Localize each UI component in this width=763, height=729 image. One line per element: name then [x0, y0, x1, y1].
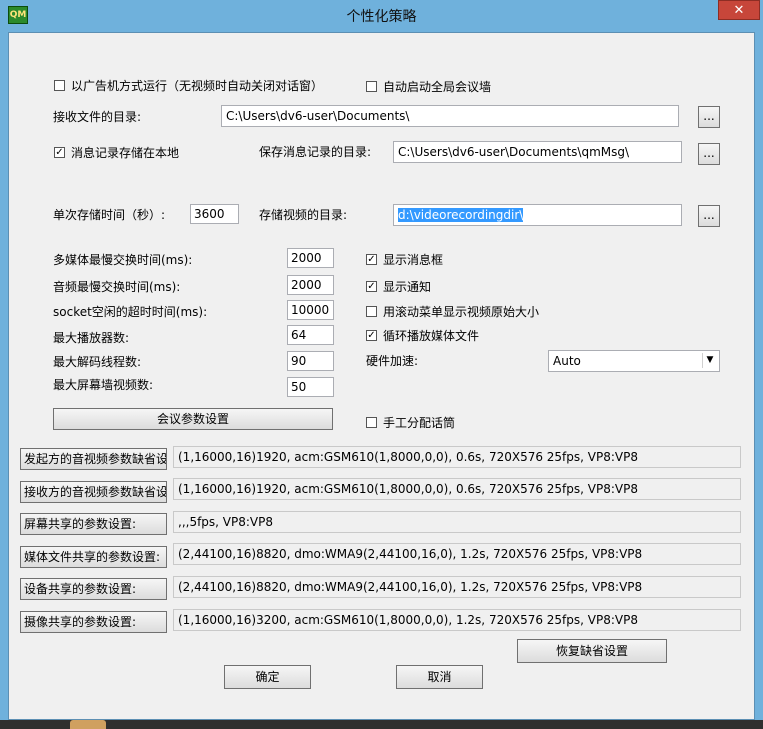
- msg-dir-input[interactable]: C:\Users\dv6-user\Documents\qmMsg\: [393, 141, 682, 163]
- hw-accel-label: 硬件加速:: [366, 354, 419, 368]
- cancel-button[interactable]: 取消: [396, 665, 483, 689]
- show-msgbox-checkbox[interactable]: ✓ 显示消息框: [366, 251, 443, 268]
- param-label: 多媒体最慢交换时间(ms):: [53, 253, 193, 267]
- show-notify-checkbox[interactable]: ✓ 显示通知: [366, 278, 431, 295]
- auto-wall-checkbox[interactable]: 自动启动全局会议墙: [366, 78, 491, 95]
- param-input[interactable]: 10000: [287, 300, 334, 320]
- media-share-value: (2,44100,16)8820, dmo:WMA9(2,44100,16,0)…: [173, 543, 741, 565]
- camera-share-value: (1,16000,16)3200, acm:GSM610(1,8000,0,0)…: [173, 609, 741, 631]
- storage-time-label: 单次存储时间（秒）:: [53, 208, 166, 222]
- selected-text: d:\videorecordingdir\: [398, 208, 524, 222]
- msg-dir-label: 保存消息记录的目录:: [259, 145, 372, 159]
- checkbox-box[interactable]: ✓: [366, 281, 377, 292]
- video-dir-input[interactable]: d:\videorecordingdir\: [393, 204, 682, 226]
- param-input[interactable]: 2000: [287, 248, 334, 268]
- receive-dir-label: 接收文件的目录:: [53, 110, 142, 124]
- receive-dir-input[interactable]: C:\Users\dv6-user\Documents\: [221, 105, 679, 127]
- loop-media-checkbox[interactable]: ✓ 循环播放媒体文件: [366, 327, 479, 344]
- param-input[interactable]: 90: [287, 351, 334, 371]
- device-share-value: (2,44100,16)8820, dmo:WMA9(2,44100,16,0)…: [173, 576, 741, 598]
- initiator-av-value: (1,16000,16)1920, acm:GSM610(1,8000,0,0)…: [173, 446, 741, 468]
- video-dir-label: 存储视频的目录:: [259, 208, 348, 222]
- param-label: 最大屏幕墙视频数:: [53, 378, 154, 392]
- receiver-av-value: (1,16000,16)1920, acm:GSM610(1,8000,0,0)…: [173, 478, 741, 500]
- video-dir-browse-button[interactable]: ...: [698, 205, 720, 227]
- scroll-menu-checkbox[interactable]: 用滚动菜单显示视频原始大小: [366, 303, 539, 320]
- device-share-button[interactable]: 设备共享的参数设置:: [20, 578, 167, 600]
- restore-defaults-button[interactable]: 恢复缺省设置: [517, 639, 667, 663]
- receiver-av-button[interactable]: 接收方的音视频参数缺省设: [20, 481, 167, 503]
- checkbox-box[interactable]: [366, 306, 377, 317]
- param-input[interactable]: 50: [287, 377, 334, 397]
- window-title: 个性化策略: [346, 9, 417, 25]
- camera-share-button[interactable]: 摄像共享的参数设置:: [20, 611, 167, 633]
- checkbox-box[interactable]: [366, 81, 377, 92]
- param-label: 最大播放器数:: [53, 331, 130, 345]
- param-label: 最大解码线程数:: [53, 355, 142, 369]
- manual-talk-checkbox[interactable]: 手工分配话筒: [366, 414, 455, 431]
- storage-time-input[interactable]: 3600: [190, 204, 239, 224]
- dialog-client: 以广告机方式运行（无视频时自动关闭对话窗） 自动启动全局会议墙 接收文件的目录:…: [8, 32, 755, 720]
- checkbox-box[interactable]: ✓: [366, 254, 377, 265]
- param-label: socket空闲的超时时间(ms):: [53, 305, 208, 319]
- initiator-av-button[interactable]: 发起方的音视频参数缺省设: [20, 448, 167, 470]
- param-input[interactable]: 64: [287, 325, 334, 345]
- title-bar: QM 个性化策略 ✕: [0, 0, 763, 32]
- checkbox-box[interactable]: [54, 80, 65, 91]
- receive-dir-browse-button[interactable]: ...: [698, 106, 720, 128]
- checkbox-box[interactable]: [366, 417, 377, 428]
- chevron-down-icon[interactable]: ▼: [702, 353, 717, 368]
- screen-share-value: ,,,5fps, VP8:VP8: [173, 511, 741, 533]
- taskbar-strip: [0, 720, 763, 729]
- checkbox-box[interactable]: ✓: [366, 330, 377, 341]
- msg-dir-browse-button[interactable]: ...: [698, 143, 720, 165]
- param-label: 音频最慢交换时间(ms):: [53, 280, 181, 294]
- checkbox-box[interactable]: ✓: [54, 147, 65, 158]
- media-share-button[interactable]: 媒体文件共享的参数设置:: [20, 546, 167, 568]
- hw-accel-select[interactable]: Auto ▼: [548, 350, 720, 372]
- param-input[interactable]: 2000: [287, 275, 334, 295]
- ok-button[interactable]: 确定: [224, 665, 311, 689]
- ad-mode-checkbox[interactable]: 以广告机方式运行（无视频时自动关闭对话窗）: [54, 77, 323, 94]
- local-msg-checkbox[interactable]: ✓ 消息记录存储在本地: [54, 144, 179, 161]
- meeting-params-button[interactable]: 会议参数设置: [53, 408, 333, 430]
- close-button[interactable]: ✕: [718, 0, 760, 20]
- taskbar-app-icon[interactable]: [70, 720, 106, 729]
- screen-share-button[interactable]: 屏幕共享的参数设置:: [20, 513, 167, 535]
